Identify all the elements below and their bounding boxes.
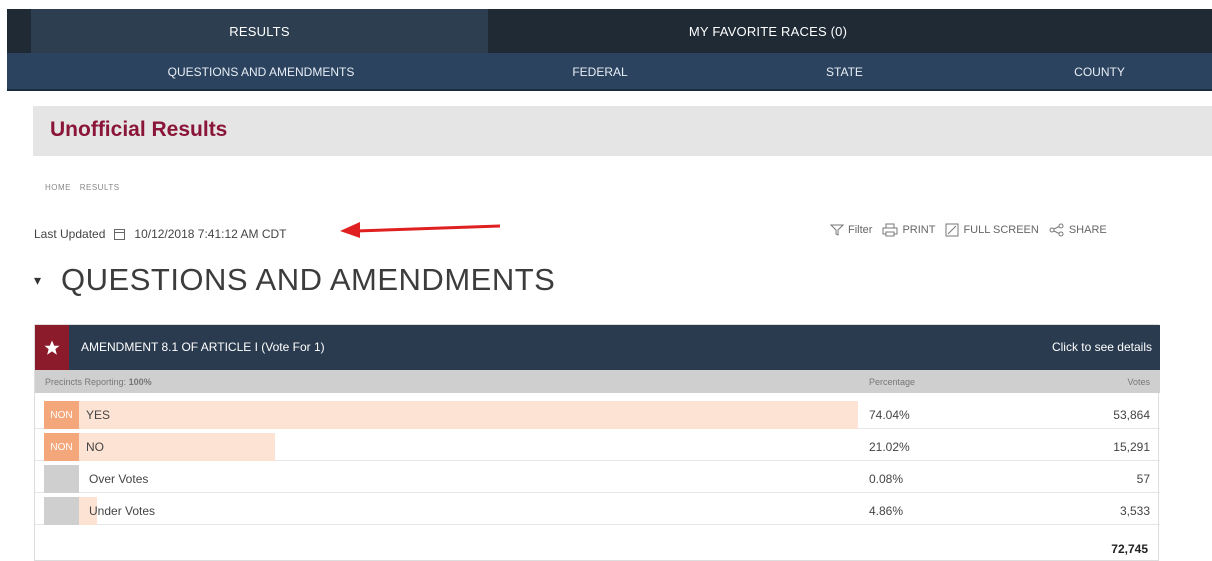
candidate-row: Over Votes 0.08% 57 — [35, 462, 1160, 493]
party-badge — [44, 497, 79, 525]
print-icon — [882, 223, 898, 237]
nav-state[interactable]: STATE — [752, 53, 937, 91]
nav-federal[interactable]: FEDERAL — [515, 53, 685, 91]
nav-county[interactable]: COUNTY — [1007, 53, 1192, 91]
see-details-link[interactable]: Click to see details — [1052, 340, 1152, 354]
candidate-row: Under Votes 4.86% 3,533 — [35, 494, 1160, 525]
share-icon — [1049, 223, 1064, 237]
candidate-row: NON YES 74.04% 53,864 — [35, 398, 1160, 429]
precincts-reporting: Precincts Reporting: 100% — [45, 377, 152, 387]
precincts-value: 100% — [128, 377, 152, 387]
candidate-name: Over Votes — [89, 472, 149, 486]
candidate-votes: 3,533 — [1119, 504, 1150, 518]
candidate-votes: 57 — [1136, 472, 1150, 486]
party-badge: NON — [44, 401, 79, 429]
vote-share-bar — [44, 401, 858, 429]
race-name: AMENDMENT 8.1 OF ARTICLE I (Vote For 1) — [81, 340, 325, 354]
filter-button[interactable]: Filter — [830, 224, 872, 236]
total-votes: 72,745 — [1111, 542, 1148, 556]
party-badge — [44, 465, 79, 493]
candidate-percentage: 0.08% — [869, 472, 904, 486]
candidate-percentage: 4.86% — [869, 504, 904, 518]
filter-icon — [830, 224, 844, 236]
breadcrumb: HOME RESULTS — [45, 183, 126, 192]
candidate-name: YES — [86, 408, 111, 422]
race-column-headers: Precincts Reporting: 100% Percentage Vot… — [35, 370, 1160, 393]
race-card: AMENDMENT 8.1 OF ARTICLE I (Vote For 1) … — [34, 324, 1160, 561]
last-updated-label: Last Updated — [34, 227, 106, 241]
candidate-votes: 53,864 — [1113, 408, 1150, 422]
candidate-name: Under Votes — [89, 504, 156, 518]
candidate-votes: 15,291 — [1113, 440, 1150, 454]
last-updated: Last Updated 10/12/2018 7:41:12 AM CDT — [34, 227, 287, 241]
candidate-percentage: 74.04% — [869, 408, 910, 422]
candidate-row: NON NO 21.02% 15,291 — [35, 430, 1160, 461]
star-icon — [44, 340, 60, 355]
calendar-icon — [114, 228, 126, 240]
percentage-header: Percentage — [869, 377, 916, 387]
party-badge: NON — [44, 433, 79, 461]
full-screen-icon — [945, 223, 959, 237]
favorite-star-button[interactable] — [35, 325, 69, 370]
section-header: ▾ QUESTIONS AND AMENDMENTS — [34, 262, 555, 298]
filter-label: Filter — [848, 224, 873, 236]
top-tab-bar: RESULTS MY FAVORITE RACES (0) — [7, 9, 1212, 53]
title-bar: Unofficial Results — [33, 106, 1212, 156]
candidate-percentage: 21.02% — [869, 440, 910, 454]
full-screen-label: FULL SCREEN — [963, 224, 1039, 236]
last-updated-value: 10/12/2018 7:41:12 AM CDT — [134, 227, 287, 241]
breadcrumb-results[interactable]: RESULTS — [80, 183, 120, 192]
breadcrumb-home[interactable]: HOME — [45, 183, 71, 192]
page-title: Unofficial Results — [50, 118, 228, 141]
share-button[interactable]: SHARE — [1049, 223, 1107, 237]
nav-questions-amendments[interactable]: QUESTIONS AND AMENDMENTS — [7, 53, 515, 91]
category-nav: QUESTIONS AND AMENDMENTS FEDERAL STATE C… — [7, 53, 1212, 91]
share-label: SHARE — [1068, 224, 1107, 236]
votes-header: Votes — [1127, 377, 1150, 387]
annotation-arrow-icon — [340, 222, 501, 238]
precincts-label: Precincts Reporting: — [45, 377, 127, 387]
full-screen-button[interactable]: FULL SCREEN — [945, 223, 1039, 237]
tab-my-favorite-races[interactable]: MY FAVORITE RACES (0) — [488, 9, 1048, 53]
collapse-toggle-icon[interactable]: ▾ — [34, 272, 41, 289]
print-label: PRINT — [902, 224, 936, 236]
results-toolbar: Filter PRINT FULL SCREEN SHARE — [830, 223, 1107, 237]
candidate-name: NO — [86, 440, 104, 454]
section-title: QUESTIONS AND AMENDMENTS — [61, 262, 556, 297]
race-header[interactable]: AMENDMENT 8.1 OF ARTICLE I (Vote For 1) … — [35, 325, 1160, 370]
tab-results[interactable]: RESULTS — [31, 9, 488, 53]
print-button[interactable]: PRINT — [882, 223, 935, 237]
